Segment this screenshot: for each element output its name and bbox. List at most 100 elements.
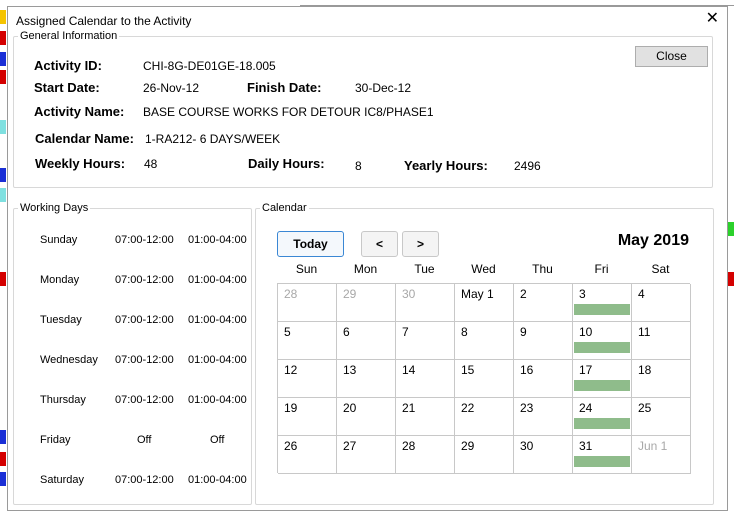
calendar-day-cell[interactable]: 2 xyxy=(514,284,573,322)
daily-hours-label: Daily Hours: xyxy=(248,156,325,171)
weekday-header: Wed xyxy=(471,262,496,276)
calendar-day-number: 14 xyxy=(402,363,416,377)
close-icon[interactable]: ✕ xyxy=(706,11,719,27)
working-day-afternoon-hours: 01:00-04:00 xyxy=(188,474,247,486)
prev-month-button[interactable]: < xyxy=(361,231,398,257)
working-day-morning-hours: 07:00-12:00 xyxy=(115,234,174,246)
activity-name-value: BASE COURSE WORKS FOR DETOUR IC8/PHASE1 xyxy=(143,105,434,119)
calendar-day-cell[interactable]: 29 xyxy=(455,436,514,474)
calendar-day-cell[interactable]: 22 xyxy=(455,398,514,436)
working-day-morning-hours: 07:00-12:00 xyxy=(115,354,174,366)
working-day-name: Sunday xyxy=(40,234,78,246)
calendar-day-number: 30 xyxy=(402,287,416,301)
calendar-day-number: 3 xyxy=(579,287,586,301)
calendar-day-cell[interactable]: 30 xyxy=(514,436,573,474)
calendar-day-cell[interactable]: 12 xyxy=(278,360,337,398)
calendar-day-number: 21 xyxy=(402,401,416,415)
non-working-day-marker xyxy=(574,304,630,315)
calendar-day-cell[interactable]: May 1 xyxy=(455,284,514,322)
calendar-day-cell[interactable]: 28 xyxy=(278,284,337,322)
weekday-header: Tue xyxy=(414,262,435,276)
calendar-day-number: 5 xyxy=(284,325,291,339)
activity-id-label: Activity ID: xyxy=(34,58,102,73)
working-day-afternoon-hours: 01:00-04:00 xyxy=(188,394,247,406)
calendar-day-cell[interactable]: 3 xyxy=(573,284,632,322)
calendar-day-cell[interactable]: Jun 1 xyxy=(632,436,691,474)
calendar-day-number: 29 xyxy=(461,439,475,453)
calendar-legend: Calendar xyxy=(262,202,307,214)
calendar-grid: 28 29 30 May 1 2 3 4 5 6 7 8 9 10 11 12 13 14 15 16 17 18 19 2… xyxy=(277,283,691,474)
non-working-day-marker xyxy=(574,456,630,467)
calendar-day-cell[interactable]: 17 xyxy=(573,360,632,398)
working-day-morning-hours: Off xyxy=(137,434,152,446)
working-day-name: Tuesday xyxy=(40,314,82,326)
calendar-day-number: 4 xyxy=(638,287,645,301)
month-title: May 2019 xyxy=(617,232,689,249)
weekday-header: Fri xyxy=(594,262,609,276)
background-row-marker xyxy=(0,188,6,202)
calendar-day-cell[interactable]: 23 xyxy=(514,398,573,436)
calendar-day-cell[interactable]: 6 xyxy=(337,322,396,360)
background-row-marker xyxy=(0,272,6,286)
calendar-day-cell[interactable]: 5 xyxy=(278,322,337,360)
weekday-header: Sun xyxy=(295,262,318,276)
calendar-day-cell[interactable]: 14 xyxy=(396,360,455,398)
calendar-day-cell[interactable]: 20 xyxy=(337,398,396,436)
working-day-afternoon-hours: 01:00-04:00 xyxy=(188,234,247,246)
calendar-day-cell[interactable]: 25 xyxy=(632,398,691,436)
yearly-hours-label: Yearly Hours: xyxy=(404,158,488,173)
calendar-day-number: 31 xyxy=(579,439,593,453)
calendar-day-cell[interactable]: 16 xyxy=(514,360,573,398)
calendar-day-cell[interactable]: 10 xyxy=(573,322,632,360)
calendar-day-cell[interactable]: 24 xyxy=(573,398,632,436)
working-day-morning-hours: 07:00-12:00 xyxy=(115,394,174,406)
background-row-marker xyxy=(0,52,6,66)
calendar-day-number: 10 xyxy=(579,325,593,339)
calendar-name-value: 1-RA212- 6 DAYS/WEEK xyxy=(145,132,281,146)
background-row-marker xyxy=(0,10,6,24)
working-day-name: Monday xyxy=(40,274,80,286)
calendar-day-cell[interactable]: 28 xyxy=(396,436,455,474)
calendar-name-label: Calendar Name: xyxy=(35,131,134,146)
calendar-day-number: 15 xyxy=(461,363,475,377)
working-day-afternoon-hours: Off xyxy=(210,434,225,446)
working-day-name: Thursday xyxy=(40,394,86,406)
weekday-header: Thu xyxy=(532,262,553,276)
calendar-day-cell[interactable]: 13 xyxy=(337,360,396,398)
working-day-afternoon-hours: 01:00-04:00 xyxy=(188,354,247,366)
calendar-day-cell[interactable]: 4 xyxy=(632,284,691,322)
calendar-day-number: 28 xyxy=(284,287,298,301)
calendar-day-cell[interactable]: 29 xyxy=(337,284,396,322)
calendar-day-cell[interactable]: 9 xyxy=(514,322,573,360)
non-working-day-marker xyxy=(574,380,630,391)
working-day-afternoon-hours: 01:00-04:00 xyxy=(188,314,247,326)
calendar-day-cell[interactable]: 8 xyxy=(455,322,514,360)
calendar-day-number: 6 xyxy=(343,325,350,339)
yearly-hours-value: 2496 xyxy=(514,159,541,173)
close-button[interactable]: Close xyxy=(635,46,708,67)
calendar-day-cell[interactable]: 31 xyxy=(573,436,632,474)
calendar-day-number: 17 xyxy=(579,363,593,377)
working-day-name: Wednesday xyxy=(40,354,98,366)
background-row-marker xyxy=(0,452,6,466)
calendar-day-cell[interactable]: 19 xyxy=(278,398,337,436)
calendar-day-cell[interactable]: 27 xyxy=(337,436,396,474)
calendar-day-cell[interactable]: 7 xyxy=(396,322,455,360)
next-month-button[interactable]: > xyxy=(402,231,439,257)
calendar-day-cell[interactable]: 26 xyxy=(278,436,337,474)
background-row-marker xyxy=(0,168,6,182)
calendar-day-cell[interactable]: 11 xyxy=(632,322,691,360)
non-working-day-marker xyxy=(574,418,630,429)
calendar-day-number: 25 xyxy=(638,401,652,415)
calendar-day-cell[interactable]: 30 xyxy=(396,284,455,322)
calendar-day-cell[interactable]: 15 xyxy=(455,360,514,398)
today-button[interactable]: Today xyxy=(277,231,344,257)
working-day-morning-hours: 07:00-12:00 xyxy=(115,314,174,326)
calendar-day-number: 30 xyxy=(520,439,534,453)
calendar-day-number: 2 xyxy=(520,287,527,301)
finish-date-value: 30-Dec-12 xyxy=(355,81,412,95)
calendar-day-cell[interactable]: 21 xyxy=(396,398,455,436)
calendar-day-number: 19 xyxy=(284,401,298,415)
calendar-day-number: 9 xyxy=(520,325,527,339)
calendar-day-cell[interactable]: 18 xyxy=(632,360,691,398)
